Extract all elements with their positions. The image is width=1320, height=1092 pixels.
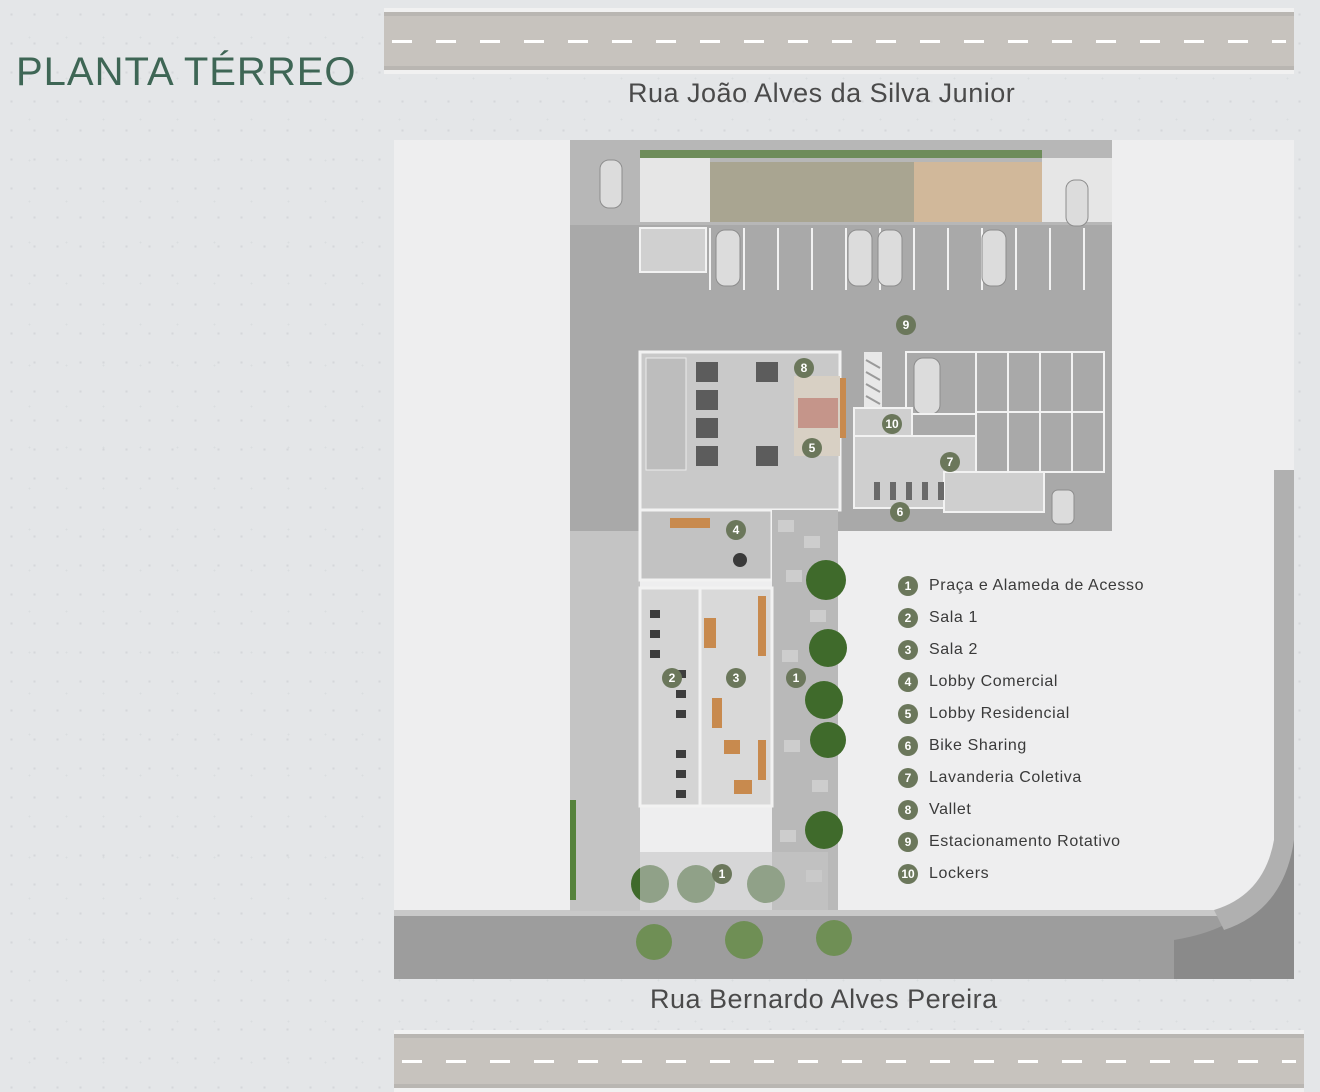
guard-booth [639, 227, 707, 273]
praca-entrance [640, 852, 828, 910]
page-title: PLANTA TÉRREO [16, 50, 357, 94]
legend-label: Lobby Comercial [929, 673, 1059, 690]
legend-label: Lockers [929, 865, 990, 882]
legend-number: 7 [898, 768, 918, 788]
legend-label: Lobby Residencial [929, 705, 1070, 722]
bottom-curb [394, 910, 1294, 916]
legend-item-3: 3 Sala 2 [898, 634, 1198, 666]
plan-marker-7: 7 [940, 452, 960, 472]
legend-item-1: 1 Praça e Alameda de Acesso [898, 570, 1198, 602]
legend-item-9: 9 Estacionamento Rotativo [898, 826, 1198, 858]
legend-item-4: 4 Lobby Comercial [898, 666, 1198, 698]
legend-label: Praça e Alameda de Acesso [929, 577, 1145, 594]
legend-number: 4 [898, 672, 918, 692]
plan-marker-3: 3 [726, 668, 746, 688]
legend-number: 9 [898, 832, 918, 852]
sala-1 [638, 586, 702, 808]
legend-label: Bike Sharing [929, 737, 1027, 754]
planter-gravel [710, 162, 914, 222]
legend-label: Vallet [929, 801, 972, 818]
street-label-bottom: Rua Bernardo Alves Pereira [650, 984, 998, 1014]
legend-number: 1 [898, 576, 918, 596]
plan-marker-8: 8 [794, 358, 814, 378]
lobby-table [733, 553, 747, 567]
legend-item-5: 5 Lobby Residencial [898, 698, 1198, 730]
right-street-sidewalk [1214, 470, 1294, 930]
lobby-wood-wall [840, 378, 846, 438]
plan-marker-10: 10 [882, 414, 902, 434]
legend-label: Estacionamento Rotativo [929, 833, 1121, 850]
stairs [645, 357, 687, 471]
legend-item-6: 6 Bike Sharing [898, 730, 1198, 762]
legend-number: 3 [898, 640, 918, 660]
legend-number: 5 [898, 704, 918, 724]
plan-marker-9: 9 [896, 315, 916, 335]
laundry-bays [943, 471, 1045, 513]
lobby-residencial-rug [798, 398, 838, 428]
legend: 1 Praça e Alameda de Acesso 2 Sala 1 3 S… [898, 570, 1198, 890]
plan-marker-4: 4 [726, 520, 746, 540]
road-top [384, 8, 1294, 74]
left-green-strip [570, 800, 576, 900]
plan-marker-5: 5 [802, 438, 822, 458]
left-walkway [570, 531, 640, 911]
legend-number: 10 [898, 864, 918, 884]
road-bottom-lane-markings [402, 1060, 1296, 1063]
road-top-lane-markings [392, 40, 1286, 43]
legend-number: 6 [898, 736, 918, 756]
legend-number: 8 [898, 800, 918, 820]
legend-item-2: 2 Sala 1 [898, 602, 1198, 634]
legend-label: Sala 1 [929, 609, 978, 626]
planter-left [640, 158, 710, 222]
plan-marker-6: 6 [890, 502, 910, 522]
reception-desk [670, 518, 710, 528]
plan-marker-1: 1 [786, 668, 806, 688]
hedge-top [640, 150, 1042, 158]
plan-marker-1-praca: 1 [712, 864, 732, 884]
street-label-top: Rua João Alves da Silva Junior [628, 78, 1016, 108]
plan-marker-2: 2 [662, 668, 682, 688]
legend-label: Lavanderia Coletiva [929, 769, 1082, 786]
planter-sand [914, 162, 1042, 222]
legend-number: 2 [898, 608, 918, 628]
legend-item-10: 10 Lockers [898, 858, 1198, 890]
legend-item-8: 8 Vallet [898, 794, 1198, 826]
legend-label: Sala 2 [929, 641, 978, 658]
legend-item-7: 7 Lavanderia Coletiva [898, 762, 1198, 794]
road-bottom [394, 1030, 1304, 1092]
